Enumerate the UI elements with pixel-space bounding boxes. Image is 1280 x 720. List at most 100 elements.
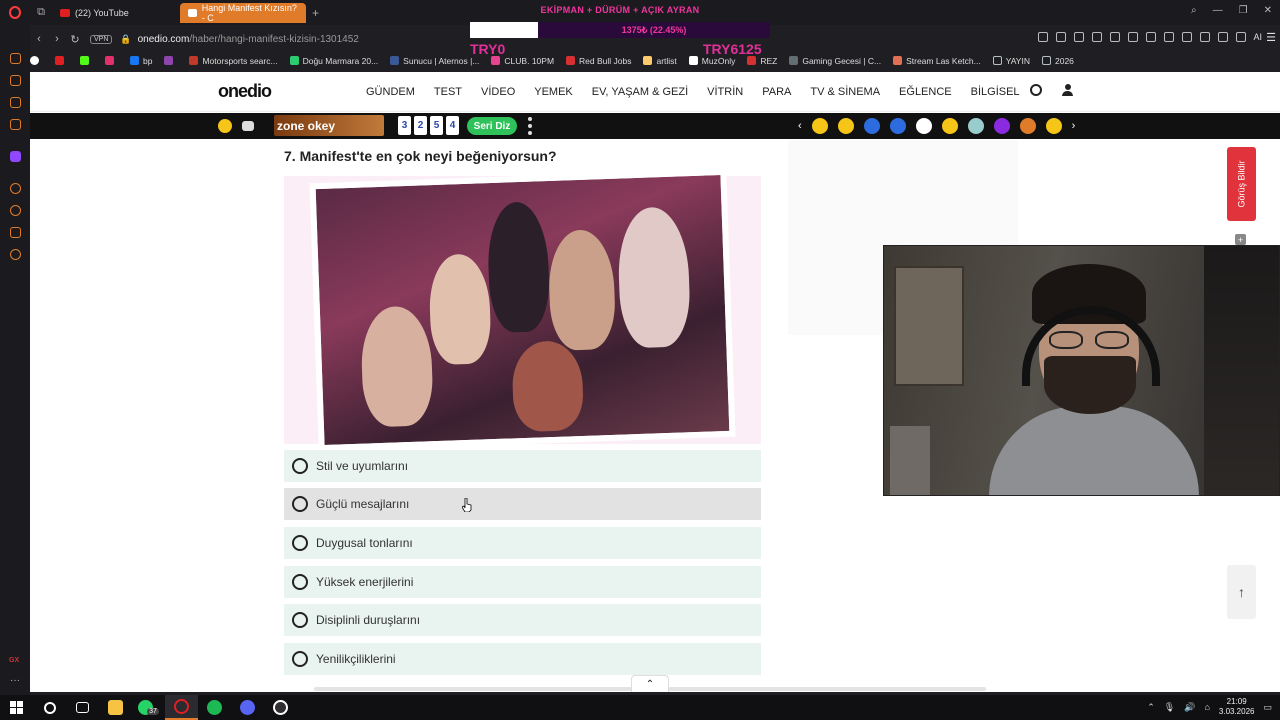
- crop-icon[interactable]: [1074, 32, 1084, 42]
- aria-ai-button[interactable]: AI: [1253, 32, 1262, 42]
- game-icon[interactable]: [218, 119, 232, 133]
- answer-option[interactable]: Disiplinli duruşlarını: [284, 604, 761, 636]
- snapshot-icon[interactable]: [1038, 32, 1048, 42]
- radio-icon[interactable]: [292, 458, 308, 474]
- reaction-icon[interactable]: [863, 118, 880, 134]
- bookmark-item[interactable]: REZ: [747, 56, 777, 66]
- nav-item[interactable]: EV, YAŞAM & GEZİ: [592, 86, 688, 98]
- bookmark-item[interactable]: Motorsports searc...: [189, 56, 278, 66]
- minimize-button[interactable]: —: [1213, 5, 1223, 16]
- bookmark-instagram[interactable]: [105, 56, 118, 65]
- nav-item[interactable]: YEMEK: [534, 86, 573, 98]
- bookmark-folder[interactable]: YAYIN: [992, 56, 1030, 66]
- shield-icon[interactable]: [1092, 32, 1102, 42]
- taskbar-explorer[interactable]: [99, 695, 132, 720]
- new-tab-button[interactable]: +: [312, 6, 319, 20]
- nav-item[interactable]: GÜNDEM: [366, 86, 415, 98]
- taskbar-obs[interactable]: [264, 695, 297, 720]
- bookmark-folder[interactable]: 2026: [1041, 56, 1074, 66]
- sidebar-item-settings-icon[interactable]: [10, 249, 21, 260]
- nav-item[interactable]: TV & SİNEMA: [810, 86, 880, 98]
- radio-icon[interactable]: [292, 574, 308, 590]
- nav-item[interactable]: PARA: [762, 86, 791, 98]
- puzzle-icon[interactable]: [1200, 32, 1210, 42]
- reaction-icon[interactable]: [1019, 118, 1036, 134]
- sidebar-item-player-icon[interactable]: [10, 183, 21, 194]
- network-icon[interactable]: ⌂: [1204, 702, 1209, 712]
- sidebar-item-history-icon[interactable]: [10, 205, 21, 216]
- bookmark-item[interactable]: Red Bull Jobs: [566, 56, 631, 66]
- bookmark-youtube[interactable]: [55, 56, 68, 65]
- url-field[interactable]: onedio.com/haber/hangi-manifest-kizisin-…: [138, 34, 359, 45]
- nav-item[interactable]: VİTRİN: [707, 86, 743, 98]
- opera-logo-icon[interactable]: [0, 0, 30, 25]
- back-icon[interactable]: ‹: [30, 33, 48, 45]
- maximize-button[interactable]: ❐: [1239, 5, 1248, 16]
- feedback-button[interactable]: Görüş Bildir: [1227, 147, 1256, 221]
- search-icon[interactable]: [1030, 84, 1042, 96]
- answer-option[interactable]: Duygusal tonlarını: [284, 527, 761, 559]
- answer-option[interactable]: Stil ve uyumlarını: [284, 450, 761, 482]
- gx-icon[interactable]: GX: [9, 657, 19, 664]
- taskbar-spotify[interactable]: [198, 695, 231, 720]
- taskbar-opera-gx[interactable]: [165, 695, 198, 720]
- tab-onedio[interactable]: Hangi Manifest Kızısın? - C: [180, 2, 306, 23]
- notifications-icon[interactable]: ▭: [1263, 702, 1272, 713]
- sidebar-item-twitch-icon[interactable]: [10, 151, 21, 162]
- site-logo[interactable]: onedio: [218, 81, 272, 102]
- reload-icon[interactable]: ↻: [66, 33, 84, 46]
- plus-icon[interactable]: +: [1235, 234, 1246, 245]
- bookmark-item[interactable]: CLUB. 10PM: [491, 56, 554, 66]
- nav-item[interactable]: EĞLENCE: [899, 86, 952, 98]
- taskbar-discord[interactable]: [231, 695, 264, 720]
- bookmark-icon[interactable]: [1110, 32, 1120, 42]
- sidebar-item-tools-icon[interactable]: [10, 97, 21, 108]
- heart-icon[interactable]: [1164, 32, 1174, 42]
- nav-item[interactable]: BİLGİSEL: [971, 86, 1020, 98]
- reaction-icon[interactable]: [811, 118, 828, 134]
- search-button[interactable]: [33, 695, 66, 720]
- microphone-icon[interactable]: 🎙: [1164, 702, 1175, 713]
- taskbar-whatsapp[interactable]: 37: [132, 695, 165, 720]
- reaction-icon[interactable]: [941, 118, 958, 134]
- radio-icon[interactable]: [292, 496, 308, 512]
- radio-icon[interactable]: [292, 651, 308, 667]
- reaction-icon[interactable]: [967, 118, 984, 134]
- reaction-icon[interactable]: [993, 118, 1010, 134]
- reaction-icon[interactable]: [915, 118, 932, 134]
- zone-okey-banner[interactable]: zone okey: [274, 115, 384, 136]
- nav-item[interactable]: VİDEO: [481, 86, 515, 98]
- chevron-left-icon[interactable]: ‹: [798, 120, 802, 132]
- speaker-icon[interactable]: 🔊: [1184, 702, 1195, 713]
- bookmark-item[interactable]: Sunucu | Aternos |...: [390, 56, 479, 66]
- start-button[interactable]: [0, 695, 33, 720]
- radio-icon[interactable]: [292, 535, 308, 551]
- bookmark-item[interactable]: [164, 56, 177, 65]
- bookmark-item[interactable]: artlist: [643, 56, 677, 66]
- tab-youtube[interactable]: (22) YouTube: [52, 3, 176, 23]
- bookmark-item[interactable]: Stream Las Ketch...: [893, 56, 981, 66]
- bookmark-item[interactable]: Gaming Gecesi | C...: [789, 56, 881, 66]
- answer-option[interactable]: Yenilikçiliklerini: [284, 643, 761, 675]
- more-dots-icon[interactable]: [528, 117, 532, 135]
- bookmark-item[interactable]: MuzOnly: [688, 56, 735, 66]
- seri-diz-button[interactable]: Seri Diz: [467, 117, 517, 135]
- vpn-badge[interactable]: VPN: [90, 34, 113, 44]
- extension-icon[interactable]: [1182, 32, 1192, 42]
- gamepad-icon[interactable]: [242, 121, 254, 131]
- sidebar-item-messenger-icon[interactable]: [10, 119, 21, 130]
- pin-icon[interactable]: [1056, 32, 1066, 42]
- bookmark-kick[interactable]: [80, 56, 93, 65]
- chevron-right-icon[interactable]: ›: [1072, 120, 1076, 132]
- bookmark-google[interactable]: [30, 56, 43, 65]
- sidebar-item-extensions-icon[interactable]: [10, 227, 21, 238]
- chevron-up-icon[interactable]: ⌃: [631, 675, 669, 692]
- bookmark-item[interactable]: Doğu Marmara 20...: [289, 56, 378, 66]
- task-view-button[interactable]: [66, 695, 99, 720]
- radio-icon[interactable]: [292, 612, 308, 628]
- forward-icon[interactable]: ›: [48, 33, 66, 45]
- avatar[interactable]: [1218, 32, 1228, 42]
- bookmark-item[interactable]: bp: [130, 56, 152, 66]
- sidebar-more-icon[interactable]: ···: [10, 675, 20, 686]
- clock[interactable]: 21:09 3.03.2026: [1219, 697, 1255, 717]
